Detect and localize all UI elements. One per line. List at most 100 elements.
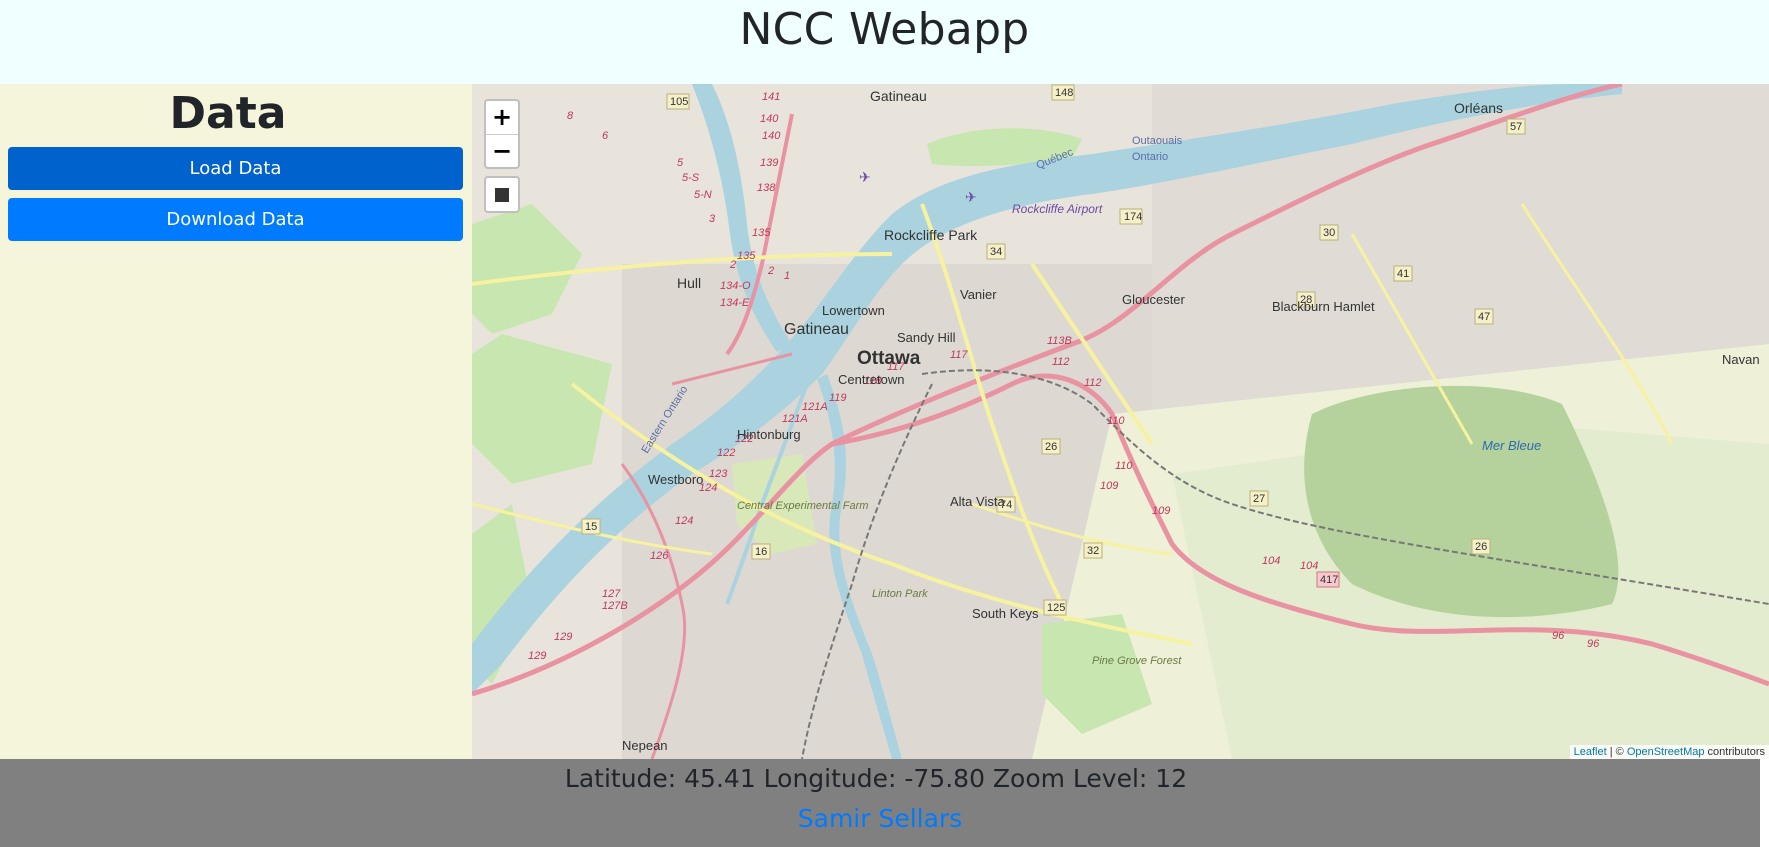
place-sandy-hill: Sandy Hill [897, 330, 956, 345]
svg-text:129: 129 [554, 631, 572, 643]
place-ottawa: Ottawa [857, 348, 921, 369]
download-data-button[interactable]: Download Data [8, 198, 463, 241]
sidebar: Data Load Data Download Data [0, 84, 472, 759]
svg-text:26: 26 [1475, 541, 1487, 553]
svg-text:110: 110 [1115, 460, 1133, 472]
svg-text:32: 32 [1087, 545, 1099, 557]
svg-text:119: 119 [829, 392, 847, 404]
zoom-in-button[interactable]: + [486, 101, 518, 134]
svg-text:5-S: 5-S [682, 172, 700, 184]
svg-text:5-N: 5-N [694, 189, 712, 201]
svg-text:27: 27 [1253, 493, 1265, 505]
place-gatineau: Gatineau [784, 321, 849, 338]
svg-text:134-O: 134-O [720, 280, 751, 292]
svg-text:1: 1 [784, 270, 790, 282]
place-centretown: Centretown [838, 372, 904, 387]
svg-text:113B: 113B [1047, 335, 1072, 347]
place-central-experimental-farm: Central Experimental Farm [737, 500, 868, 512]
svg-text:417: 417 [1320, 574, 1338, 586]
svg-text:121A: 121A [782, 413, 808, 425]
svg-text:6: 6 [602, 130, 609, 142]
svg-text:57: 57 [1510, 121, 1522, 133]
app-title: NCC Webapp [739, 4, 1030, 55]
svg-text:104: 104 [1300, 560, 1318, 572]
place-south-keys: South Keys [972, 606, 1039, 621]
svg-text:109: 109 [1100, 480, 1118, 492]
airport-icon: ✈ [859, 170, 871, 186]
zoom-out-button[interactable]: − [486, 134, 518, 167]
map-coordinates-readout: Latitude: 45.41 Longitude: -75.80 Zoom L… [564, 764, 1188, 793]
svg-text:2: 2 [767, 265, 774, 277]
svg-text:121A: 121A [802, 401, 828, 413]
svg-text:41: 41 [1397, 268, 1409, 280]
place-mer-bleue: Mer Bleue [1482, 438, 1541, 453]
place-navan: Navan [1722, 352, 1760, 367]
place-rockcliffe-park: Rockcliffe Park [884, 227, 978, 243]
place-rockcliffe-airport: Rockcliffe Airport [1012, 202, 1103, 216]
draw-rectangle-button[interactable] [484, 176, 520, 213]
airport-icon: ✈ [965, 190, 977, 206]
load-data-button[interactable]: Load Data [8, 147, 463, 190]
place-westboro: Westboro [648, 472, 703, 487]
svg-text:16: 16 [755, 546, 767, 558]
svg-text:135: 135 [752, 227, 771, 239]
map-tiles: 174 34 148 105 30 41 28 57 47 26 74 32 2… [472, 84, 1769, 759]
place-linton-park: Linton Park [872, 588, 928, 600]
place-nepean: Nepean [622, 738, 668, 753]
svg-text:174: 174 [1124, 211, 1142, 223]
svg-text:123: 123 [709, 468, 728, 480]
place-alta-vista: Alta Vista [950, 494, 1005, 509]
svg-text:105: 105 [670, 96, 688, 108]
svg-text:140: 140 [760, 113, 779, 125]
app-header: NCC Webapp [0, 0, 1769, 84]
svg-text:96: 96 [1552, 630, 1565, 642]
svg-text:140: 140 [762, 130, 781, 142]
leaflet-link[interactable]: Leaflet [1574, 746, 1607, 758]
map-view[interactable]: 174 34 148 105 30 41 28 57 47 26 74 32 2… [472, 84, 1769, 759]
svg-text:134-E: 134-E [720, 297, 750, 309]
svg-text:109: 109 [1152, 505, 1170, 517]
author-link[interactable]: Samir Sellars [798, 801, 962, 837]
svg-text:124: 124 [675, 515, 693, 527]
svg-text:30: 30 [1323, 227, 1335, 239]
place-pine-grove-forest: Pine Grove Forest [1092, 655, 1182, 667]
square-icon [495, 187, 509, 202]
svg-text:125: 125 [1047, 602, 1065, 614]
place-lowertown: Lowertown [822, 303, 885, 318]
svg-text:148: 148 [1055, 87, 1073, 99]
svg-text:47: 47 [1478, 311, 1490, 323]
svg-text:8: 8 [567, 110, 574, 122]
svg-text:127: 127 [602, 588, 621, 600]
place-hintonburg: Hintonburg [737, 427, 801, 442]
map-attribution: Leaflet | © OpenStreetMap contributors [1569, 745, 1769, 759]
svg-text:126: 126 [650, 550, 669, 562]
attribution-separator: | © [1606, 746, 1627, 758]
svg-text:127B: 127B [602, 600, 628, 612]
place-gloucester: Gloucester [1122, 292, 1186, 307]
place-outaouais: Outaouais [1132, 135, 1183, 147]
sidebar-title: Data [169, 88, 287, 139]
svg-text:141: 141 [762, 91, 780, 103]
place-orleans: Orléans [1454, 100, 1503, 116]
footer: Latitude: 45.41 Longitude: -75.80 Zoom L… [0, 759, 1760, 847]
place-vanier: Vanier [960, 287, 997, 302]
svg-text:3: 3 [709, 213, 716, 225]
svg-text:96: 96 [1587, 638, 1600, 650]
svg-text:138: 138 [757, 182, 776, 194]
svg-text:135: 135 [737, 250, 756, 262]
svg-text:112: 112 [1084, 377, 1102, 389]
place-hull: Hull [677, 275, 701, 291]
svg-text:117: 117 [950, 349, 968, 361]
svg-text:2: 2 [729, 259, 736, 271]
svg-text:34: 34 [990, 246, 1002, 258]
svg-text:26: 26 [1045, 441, 1057, 453]
attribution-contributors: contributors [1704, 746, 1765, 758]
svg-text:139: 139 [760, 157, 778, 169]
openstreetmap-link[interactable]: OpenStreetMap [1627, 746, 1705, 758]
svg-text:112: 112 [1052, 356, 1070, 368]
svg-text:122: 122 [717, 447, 735, 459]
svg-text:104: 104 [1262, 555, 1280, 567]
svg-text:129: 129 [528, 650, 546, 662]
place-ontario: Ontario [1132, 151, 1168, 163]
place-gatineau-north: Gatineau [870, 88, 927, 104]
